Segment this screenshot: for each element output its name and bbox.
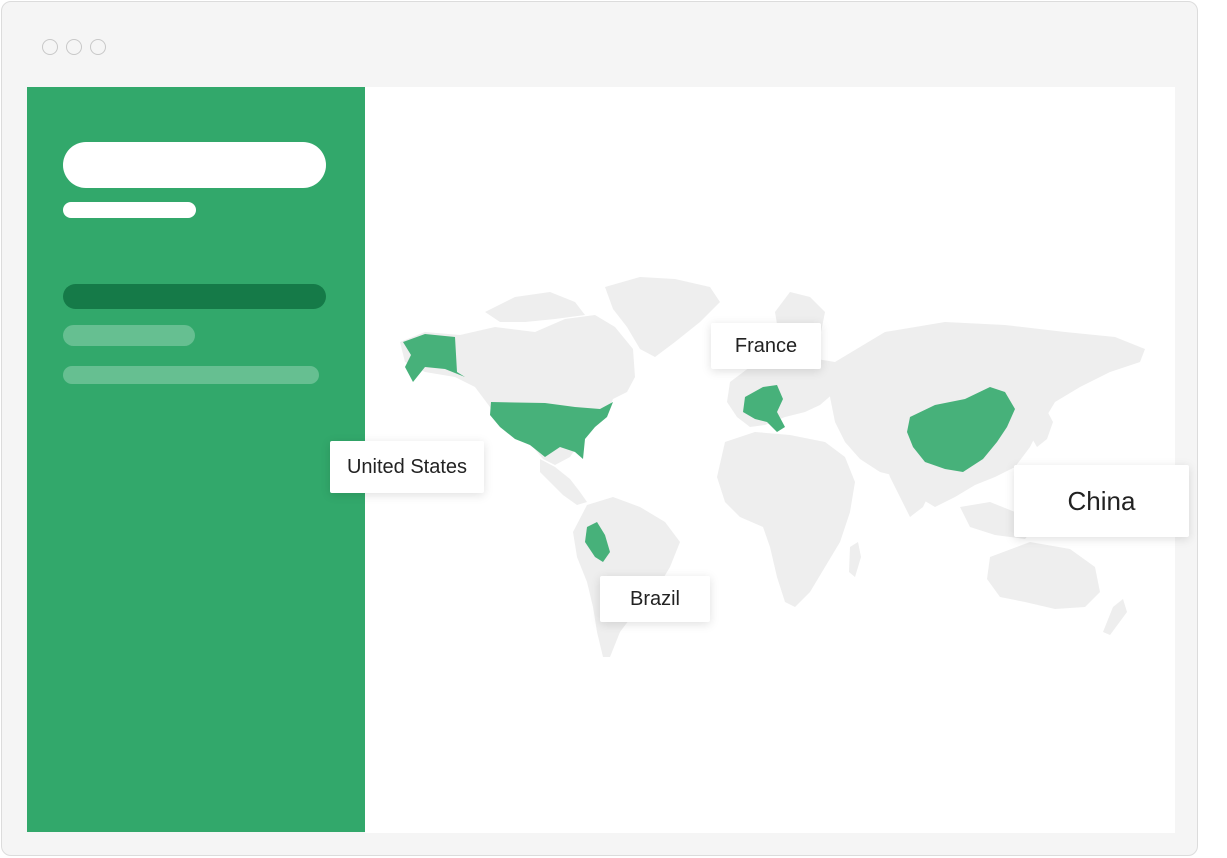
sidebar-item-active[interactable] (63, 284, 326, 309)
region-united-states[interactable] (490, 402, 613, 459)
land-australia (987, 542, 1100, 609)
window-close-button[interactable] (42, 39, 58, 55)
window-minimize-button[interactable] (66, 39, 82, 55)
sidebar-item-2[interactable] (63, 325, 195, 346)
map-label-brazil[interactable]: Brazil (600, 576, 710, 622)
land-arctic-islands (485, 292, 585, 322)
map-label-united-states[interactable]: United States (330, 441, 484, 493)
map-label-france[interactable]: France (711, 323, 821, 369)
main-content (365, 87, 1175, 833)
window-controls (42, 39, 106, 55)
sidebar-title-placeholder (63, 142, 326, 188)
map-label-text: France (734, 334, 798, 357)
land-new-zealand (1103, 599, 1127, 635)
map-label-text: China (1067, 485, 1136, 516)
sidebar-item-3[interactable] (63, 366, 319, 384)
map-label-text: Brazil (629, 587, 680, 610)
land-madagascar (849, 542, 861, 577)
sidebar-subtitle-placeholder (63, 202, 196, 218)
land-central-america (540, 459, 587, 505)
world-map[interactable] (365, 87, 1175, 833)
land-africa (717, 432, 855, 607)
map-label-china[interactable]: China (1014, 465, 1189, 537)
sidebar (27, 87, 365, 832)
map-label-text: United States (346, 455, 468, 478)
window-maximize-button[interactable] (90, 39, 106, 55)
